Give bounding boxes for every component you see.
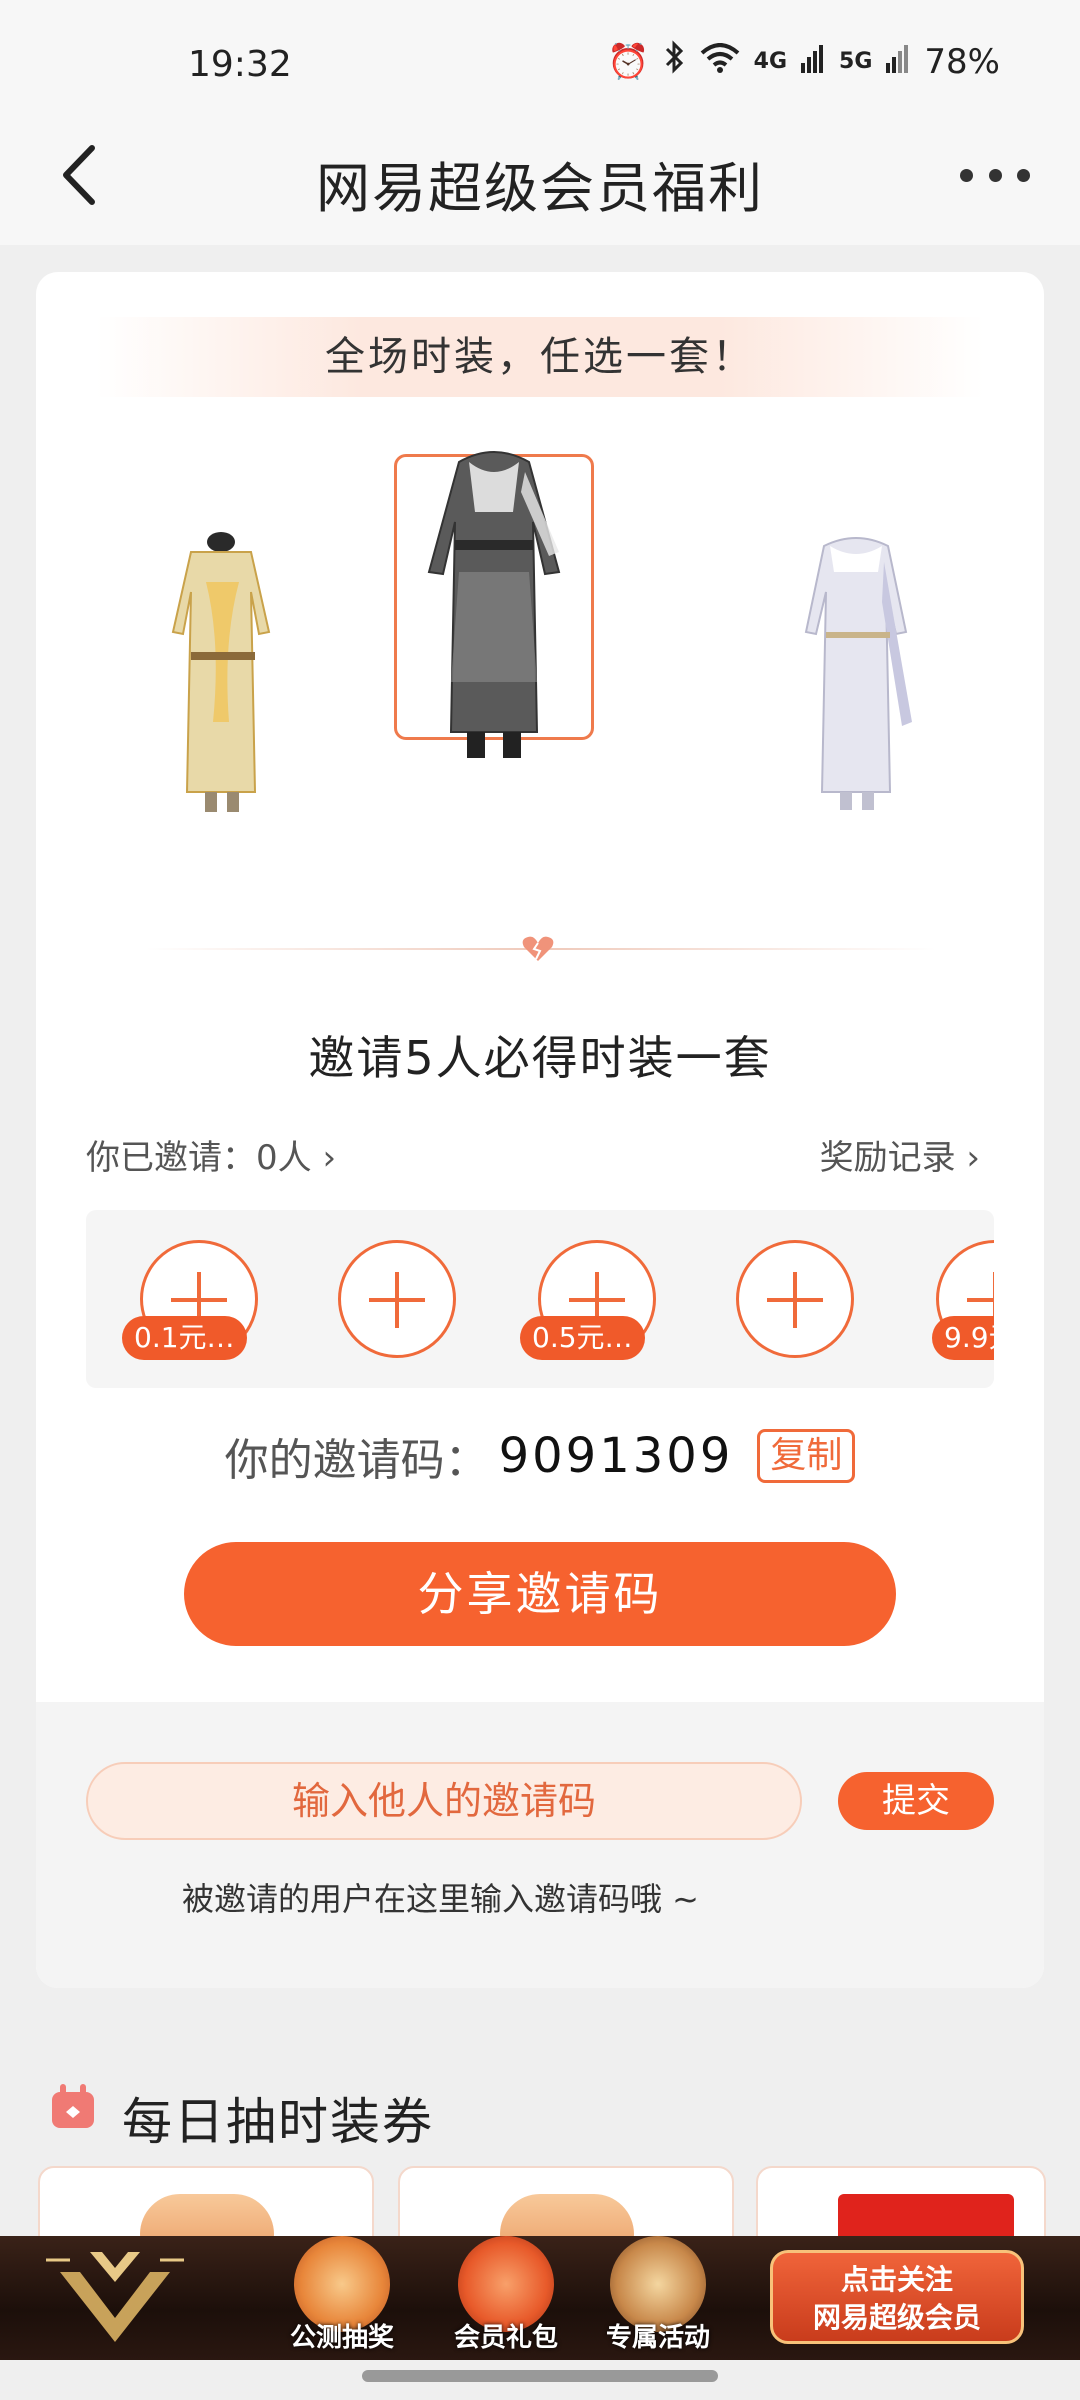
copy-button[interactable]: 复制: [757, 1429, 856, 1483]
slot-reward-badge: 0.5元…: [520, 1316, 645, 1360]
invite-goal-title: 邀请5人必得时装一套: [308, 1031, 772, 1085]
invite-slots: 0.1元… 0.5元… 9.9元: [86, 1210, 994, 1388]
page-title: 网易超级会员福利: [316, 157, 764, 220]
invite-code-value: 9091309: [498, 1428, 734, 1484]
promo-banner: 全场时装，任选一套！: [96, 317, 984, 397]
alarm-icon: ⏰: [607, 41, 650, 82]
slot-reward-badge: 9.9元: [932, 1316, 994, 1360]
network-5g-label: 5G: [839, 49, 873, 74]
gift-calendar-icon: [52, 2084, 94, 2128]
outfit-image: [804, 537, 912, 810]
dot-icon: [1017, 168, 1030, 182]
outfit-image: [171, 532, 271, 812]
invite-code-input[interactable]: 输入他人的邀请码: [86, 1762, 802, 1840]
plus-icon-stroke: [793, 1272, 797, 1328]
dot-icon: [960, 168, 973, 182]
bottom-item-label: 专属活动: [605, 2323, 710, 2353]
share-invite-code-button[interactable]: 分享邀请码: [184, 1542, 896, 1646]
network-4g-label: 4G: [753, 49, 788, 74]
battery-level: 78%: [924, 41, 1000, 82]
bluetooth-icon: [664, 40, 686, 83]
wifi-icon: [700, 42, 740, 82]
plus-icon-stroke: [395, 1272, 399, 1328]
more-options-button[interactable]: [960, 155, 1030, 195]
invite-slot[interactable]: [338, 1240, 456, 1358]
invite-card: 全场时装，任选一套！ 邀请5人必得时装一套 你已邀请：0人 › 奖励记录 › 0…: [36, 272, 1044, 1988]
invite-code-label: 你的邀请码：: [224, 1435, 489, 1486]
member-gift-button[interactable]: 会员礼包: [436, 2236, 576, 2360]
status-icons: ⏰ 4G 5G 78%: [607, 40, 1000, 83]
dot-icon: [988, 168, 1002, 182]
reward-record-link[interactable]: 奖励记录 ›: [820, 1130, 980, 1179]
bottom-item-label: 公测抽奖: [289, 2323, 394, 2353]
public-lottery-button[interactable]: 公测抽奖: [272, 2236, 412, 2360]
outfit-thumbnail-white[interactable]: [781, 512, 931, 832]
heart-ornament-icon: [518, 934, 558, 964]
bottom-item-label: 会员礼包: [453, 2323, 558, 2353]
slot-reward-badge: 0.1元…: [122, 1316, 247, 1360]
plus-icon: [967, 1298, 994, 1302]
exclusive-activity-button[interactable]: 专属活动: [588, 2236, 728, 2360]
status-time: 19:32: [188, 44, 292, 85]
signal-icon: [886, 42, 910, 82]
app-header: 网易超级会员福利: [0, 110, 1080, 245]
bottom-promo-bar: 公测抽奖 会员礼包 专属活动 点击关注 网易超级会员: [0, 2236, 1080, 2360]
invite-code-row: 你的邀请码： 9091309 复制: [36, 1424, 1044, 1488]
follow-line-1: 点击关注: [840, 2263, 953, 2296]
invite-hint-text: 被邀请的用户在这里输入邀请码哦 ~: [182, 1880, 699, 1918]
vip-logo-icon: [46, 2252, 184, 2342]
outfit-image: [427, 451, 561, 758]
invited-count-link[interactable]: 你已邀请：0人 ›: [86, 1130, 336, 1179]
follow-line-2: 网易超级会员: [812, 2301, 981, 2334]
enter-code-section: 输入他人的邀请码 提交 被邀请的用户在这里输入邀请码哦 ~: [36, 1702, 1044, 1988]
submit-button[interactable]: 提交: [838, 1772, 994, 1830]
daily-section-title: 每日抽时装券: [122, 2093, 434, 2151]
signal-icon: [801, 42, 825, 82]
home-indicator[interactable]: [362, 2370, 718, 2382]
invite-slot[interactable]: [736, 1240, 854, 1358]
follow-vip-button[interactable]: 点击关注 网易超级会员: [770, 2250, 1024, 2344]
outfit-thumbnail-yellow[interactable]: [146, 512, 296, 832]
outfit-thumbnail-black-selected[interactable]: [394, 451, 594, 758]
